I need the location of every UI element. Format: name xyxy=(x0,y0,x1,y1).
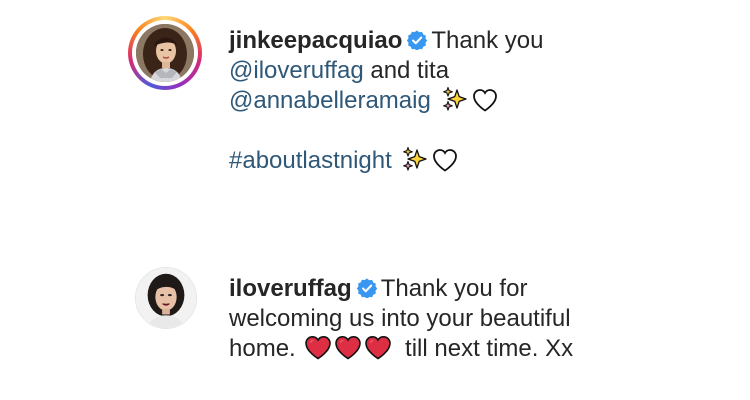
story-ring xyxy=(128,16,202,90)
avatar-container[interactable] xyxy=(135,267,197,329)
sparkles-icon xyxy=(402,146,428,172)
red-heart-icon xyxy=(304,335,332,360)
mention-link[interactable]: @annabelleramaig xyxy=(229,87,431,114)
red-heart-icon xyxy=(334,335,362,360)
mention-link[interactable]: @iloveruffag xyxy=(229,57,364,84)
avatar-story-ring[interactable] xyxy=(128,16,202,90)
verified-badge-icon xyxy=(407,30,427,50)
comment-text-fragment: welcoming us into your beautiful xyxy=(229,305,571,332)
avatar[interactable] xyxy=(136,24,194,82)
sparkles-icon xyxy=(442,86,468,112)
verified-badge-icon xyxy=(357,278,377,298)
red-heart-icon xyxy=(364,335,392,360)
comment-text-fragment: Thank you xyxy=(431,27,544,54)
comment-text: iloveruffag Thank you for welcoming us in… xyxy=(229,274,669,364)
white-heart-icon xyxy=(432,148,458,172)
comment-text-fragment: home. xyxy=(229,335,296,362)
comment-text: jinkeepacquiao Thank you @iloveruffag and… xyxy=(229,26,669,176)
username-link[interactable]: jinkeepacquiao xyxy=(229,27,402,54)
comment-text-fragment: till next time. Xx xyxy=(405,335,574,362)
comment-text-fragment: and tita xyxy=(370,57,450,84)
white-heart-icon xyxy=(472,88,498,112)
username-link[interactable]: iloveruffag xyxy=(229,275,352,302)
comment-text-fragment: Thank you for xyxy=(380,275,528,302)
hashtag-link[interactable]: #aboutlastnight xyxy=(229,147,392,174)
avatar[interactable] xyxy=(135,267,197,329)
